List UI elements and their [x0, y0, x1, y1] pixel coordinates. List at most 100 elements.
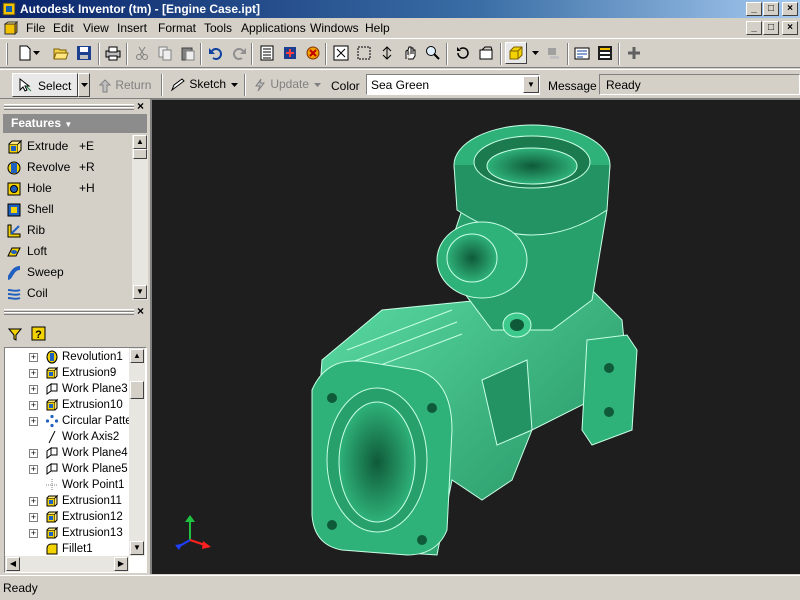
expand-icon[interactable]: + — [29, 401, 38, 410]
expand-icon[interactable]: + — [29, 417, 38, 426]
tree-item[interactable]: Circular Patte — [45, 413, 132, 429]
features-dropdown-icon[interactable]: ▼ — [64, 120, 72, 129]
display-mode-dropdown-icon[interactable] — [529, 42, 541, 64]
scroll-up-icon[interactable]: ▲ — [130, 349, 144, 363]
doc-minimize-button[interactable]: _ — [746, 21, 762, 35]
tree-item[interactable]: Extrusion11 — [45, 493, 122, 509]
look-at-icon[interactable] — [475, 42, 497, 64]
display-mode-icon[interactable] — [505, 42, 527, 64]
menu-file[interactable]: File — [26, 21, 45, 35]
menu-tools[interactable]: Tools — [204, 21, 232, 35]
tree-item[interactable]: Work Plane5 — [45, 461, 128, 477]
camera-icon[interactable] — [571, 42, 593, 64]
features-header[interactable]: Features ▼ — [3, 114, 147, 133]
feature-rib[interactable]: Rib — [6, 220, 79, 240]
zoom-all-icon[interactable] — [330, 42, 352, 64]
tree-item[interactable]: Work Point1 — [45, 477, 124, 493]
menu-applications[interactable]: Applications — [241, 21, 306, 35]
rotate-icon[interactable] — [452, 42, 474, 64]
feature-extrude[interactable]: Extrude +E — [6, 136, 94, 156]
feature-sweep[interactable]: Sweep — [6, 262, 79, 282]
scroll-down-icon[interactable]: ▼ — [130, 541, 144, 555]
copy-icon[interactable] — [154, 42, 176, 64]
pan-icon[interactable] — [399, 42, 421, 64]
graphics-viewport[interactable] — [150, 99, 800, 574]
panel-close-icon[interactable]: × — [137, 99, 144, 113]
sketch-button[interactable]: Sketch — [170, 77, 226, 92]
scroll-left-icon[interactable]: ◀ — [6, 557, 20, 571]
doc-restore-button[interactable]: □ — [763, 21, 779, 35]
menu-help[interactable]: Help — [365, 21, 390, 35]
expand-icon[interactable]: + — [29, 449, 38, 458]
rebuild-icon[interactable] — [302, 42, 324, 64]
update-button[interactable]: Update — [253, 77, 309, 92]
zoom-window-icon[interactable] — [353, 42, 375, 64]
tree-item[interactable]: Work Plane4 — [45, 445, 128, 461]
help-icon[interactable]: ? — [31, 326, 46, 341]
tree-item[interactable]: Extrusion13 — [45, 525, 123, 541]
tree-vscrollbar[interactable]: ▲ ▼ — [129, 348, 145, 556]
minimize-button[interactable]: _ — [746, 2, 762, 16]
features-scrollbar[interactable]: ▲ ▼ — [132, 135, 148, 300]
tree-item[interactable]: Extrusion10 — [45, 397, 123, 413]
expand-icon[interactable]: + — [29, 353, 38, 362]
menu-insert[interactable]: Insert — [117, 21, 147, 35]
menu-edit[interactable]: Edit — [53, 21, 74, 35]
menu-windows[interactable]: Windows — [310, 21, 359, 35]
tree-item[interactable]: Work Plane3 — [45, 381, 128, 397]
maximize-button[interactable]: □ — [763, 2, 779, 16]
expand-icon[interactable]: + — [29, 465, 38, 474]
scroll-right-icon[interactable]: ▶ — [114, 557, 128, 571]
select-button[interactable]: Select — [12, 73, 78, 97]
close-button[interactable]: × — [782, 2, 798, 16]
scroll-down-icon[interactable]: ▼ — [133, 285, 147, 299]
tree-item[interactable]: Extrusion9 — [45, 365, 116, 381]
scroll-thumb[interactable] — [133, 149, 147, 159]
feature-loft[interactable]: Loft — [6, 241, 79, 261]
engine-case-model[interactable] — [152, 100, 800, 574]
expand-icon[interactable]: + — [29, 385, 38, 394]
expand-icon[interactable]: + — [29, 369, 38, 378]
inventor-app-icon[interactable] — [2, 2, 16, 16]
sketch-dropdown-icon[interactable] — [228, 74, 240, 96]
redo-icon[interactable] — [228, 42, 250, 64]
update-dropdown-icon[interactable] — [311, 74, 323, 96]
return-button[interactable]: Return — [98, 78, 151, 93]
parameters-icon[interactable] — [256, 42, 278, 64]
feature-revolve[interactable]: Revolve +R — [6, 157, 95, 177]
filter-icon[interactable] — [8, 327, 22, 341]
color-select[interactable]: Sea Green ▼ — [366, 74, 540, 95]
panel-grip[interactable] — [4, 312, 134, 315]
expand-icon[interactable]: + — [29, 529, 38, 538]
open-icon[interactable] — [50, 42, 72, 64]
update-component-icon[interactable] — [279, 42, 301, 64]
zoom-selected-icon[interactable] — [422, 42, 444, 64]
panel-grip[interactable] — [4, 107, 134, 110]
select-dropdown-icon[interactable] — [78, 73, 90, 97]
doc-close-button[interactable]: × — [782, 21, 798, 35]
expand-icon[interactable]: + — [29, 497, 38, 506]
scroll-thumb[interactable] — [130, 381, 144, 399]
color-dropdown-icon[interactable]: ▼ — [523, 76, 539, 93]
expand-icon[interactable]: + — [29, 513, 38, 522]
tree-item[interactable]: Work Axis2 — [45, 429, 119, 445]
tree-item[interactable]: Extrusion12 — [45, 509, 123, 525]
print-icon[interactable] — [102, 42, 124, 64]
new-dropdown-icon[interactable] — [30, 42, 42, 64]
shadow-icon[interactable] — [542, 42, 564, 64]
save-icon[interactable] — [73, 42, 95, 64]
toolbar-grip[interactable] — [6, 43, 8, 65]
add-icon[interactable] — [623, 42, 645, 64]
cut-icon[interactable] — [131, 42, 153, 64]
panel-close-icon[interactable]: × — [137, 304, 144, 318]
feature-coil[interactable]: Coil — [6, 283, 79, 303]
document-icon[interactable] — [4, 21, 18, 35]
tree-item[interactable]: Revolution1 — [45, 349, 123, 365]
feature-shell[interactable]: Shell — [6, 199, 79, 219]
menu-format[interactable]: Format — [158, 21, 196, 35]
menu-view[interactable]: View — [83, 21, 109, 35]
tree-item[interactable]: Fillet1 — [45, 541, 93, 557]
zoom-icon[interactable] — [376, 42, 398, 64]
tree-hscrollbar[interactable]: ◀ ▶ — [5, 556, 129, 572]
undo-icon[interactable] — [205, 42, 227, 64]
